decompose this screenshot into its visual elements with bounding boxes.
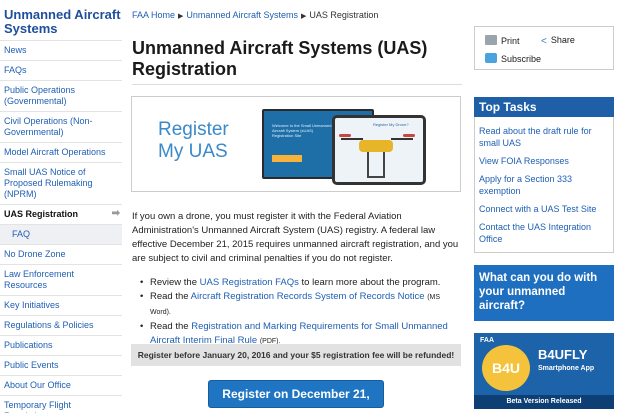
top-task-test-site[interactable]: Connect with a UAS Test Site: [479, 203, 609, 215]
resource-list: Review the UAS Registration FAQs to lear…: [140, 276, 462, 349]
sidebar-item-regulations[interactable]: Regulations & Policies: [0, 315, 122, 335]
share-tools: Print < Share Subscribe: [474, 26, 614, 70]
register-button[interactable]: Register on December 21, 2015: [208, 380, 384, 408]
sidebar-item-about-office[interactable]: About Our Office: [0, 375, 122, 395]
breadcrumb-separator-icon: ▶: [178, 13, 184, 20]
sidebar-item-public-operations[interactable]: Public Operations (Governmental): [0, 80, 122, 111]
sidebar-nav: News FAQs Public Operations (Governmenta…: [0, 40, 122, 413]
b4ufly-beta-banner: Beta Version Released: [474, 395, 614, 409]
list-item: Read the Aircraft Registration Records S…: [140, 290, 462, 320]
register-banner[interactable]: Register My UAS Welcome to the Small Unm…: [131, 96, 461, 192]
breadcrumb-separator-icon: ▶: [300, 13, 307, 20]
b4ufly-promo[interactable]: FAA B4U B4UFLY Smartphone App Beta Versi…: [474, 333, 614, 409]
share-button[interactable]: < Share: [541, 35, 575, 47]
b4ufly-logo: B4U: [482, 345, 530, 391]
bullet-text: Read the: [150, 321, 192, 332]
sidebar-item-faqs[interactable]: FAQs: [0, 60, 122, 80]
bullet-text: Read the: [150, 291, 191, 302]
monitor-button-graphic: [272, 155, 302, 162]
title-divider: [132, 84, 462, 85]
top-task-foia[interactable]: View FOIA Responses: [479, 155, 609, 167]
top-task-integration-office[interactable]: Contact the UAS Integration Office: [479, 221, 609, 245]
sidebar-item-law-enforcement[interactable]: Law Enforcement Resources: [0, 264, 122, 295]
drone-arm: [341, 138, 363, 140]
bullet-text: Review the: [150, 277, 200, 288]
subscribe-button[interactable]: Subscribe: [485, 53, 541, 65]
banner-headline: Register My UAS: [158, 119, 229, 163]
what-can-you-do-promo[interactable]: What can you do with your unmanned aircr…: [474, 265, 614, 321]
sidebar-item-nprm[interactable]: Small UAS Notice of Proposed Rulemaking …: [0, 162, 122, 204]
monitor-text: Welcome to the Small Unmanned Aircraft S…: [272, 123, 332, 138]
refund-notice: Register before January 20, 2016 and you…: [131, 344, 461, 366]
breadcrumb: FAA Home ▶ Unmanned Aircraft Systems ▶ UAS R…: [132, 10, 378, 22]
page-title: Unmanned Aircraft Systems (UAS) Registra…: [132, 38, 428, 79]
sidebar-item-tfr[interactable]: Temporary Flight Restrictions: [0, 395, 122, 413]
b4ufly-subtitle: Smartphone App: [538, 365, 595, 372]
sidebar-title[interactable]: Unmanned Aircraft Systems: [4, 8, 122, 36]
share-label: Share: [550, 35, 575, 45]
tablet-illustration: Register My Drone?: [332, 115, 426, 185]
tablet-text: Register My Drone?: [373, 122, 409, 127]
breadcrumb-uas[interactable]: Unmanned Aircraft Systems: [186, 10, 298, 20]
drone-landing-gear: [367, 152, 385, 178]
sidebar-item-public-events[interactable]: Public Events: [0, 355, 122, 375]
print-label: Print: [501, 36, 520, 46]
drone-icon: [359, 140, 393, 152]
left-sidebar: Unmanned Aircraft Systems News FAQs Publ…: [0, 0, 122, 413]
banner-headline-line2: My UAS: [158, 141, 228, 162]
sidebar-item-uas-registration[interactable]: UAS Registration ➡: [0, 204, 122, 224]
faqs-link[interactable]: UAS Registration FAQs: [200, 277, 299, 288]
drone-rotor: [339, 134, 351, 137]
top-tasks-list: Read about the draft rule for small UAS …: [474, 117, 614, 253]
sidebar-item-key-initiatives[interactable]: Key Initiatives: [0, 295, 122, 315]
breadcrumb-faa-home[interactable]: FAA Home: [132, 10, 175, 20]
top-task-section-333[interactable]: Apply for a Section 333 exemption: [479, 173, 609, 197]
top-task-draft-rule[interactable]: Read about the draft rule for small UAS: [479, 125, 609, 149]
banner-headline-line1: Register: [158, 119, 229, 140]
print-button[interactable]: Print: [485, 35, 520, 47]
sidebar-item-label: UAS Registration: [4, 209, 79, 219]
sidebar-item-publications[interactable]: Publications: [0, 335, 122, 355]
b4ufly-name: B4UFLY: [538, 347, 588, 362]
drone-arm: [391, 138, 413, 140]
sidebar-item-news[interactable]: News: [0, 40, 122, 60]
breadcrumb-current: UAS Registration: [309, 10, 379, 20]
sidebar-item-model-aircraft[interactable]: Model Aircraft Operations: [0, 142, 122, 162]
interim-rule-link[interactable]: Registration and Marking Requirements fo…: [150, 321, 448, 346]
faa-label: FAA: [480, 337, 494, 344]
bullet-text: to learn more about the program.: [298, 277, 441, 288]
top-tasks-heading: Top Tasks: [474, 97, 614, 117]
list-item: Review the UAS Registration FAQs to lear…: [140, 276, 462, 290]
subscribe-icon: [485, 53, 497, 63]
sidebar-item-faq[interactable]: FAQ: [0, 224, 122, 244]
sidebar-item-civil-operations[interactable]: Civil Operations (Non-Governmental): [0, 111, 122, 142]
share-icon: <: [541, 36, 547, 47]
drone-rotor: [403, 134, 415, 137]
arrow-right-icon: ➡: [111, 208, 120, 219]
sidebar-item-no-drone-zone[interactable]: No Drone Zone: [0, 244, 122, 264]
intro-paragraph: If you own a drone, you must register it…: [132, 211, 459, 264]
printer-icon: [485, 35, 497, 45]
records-notice-link[interactable]: Aircraft Registration Records System of …: [191, 291, 425, 302]
subscribe-label: Subscribe: [501, 54, 542, 64]
